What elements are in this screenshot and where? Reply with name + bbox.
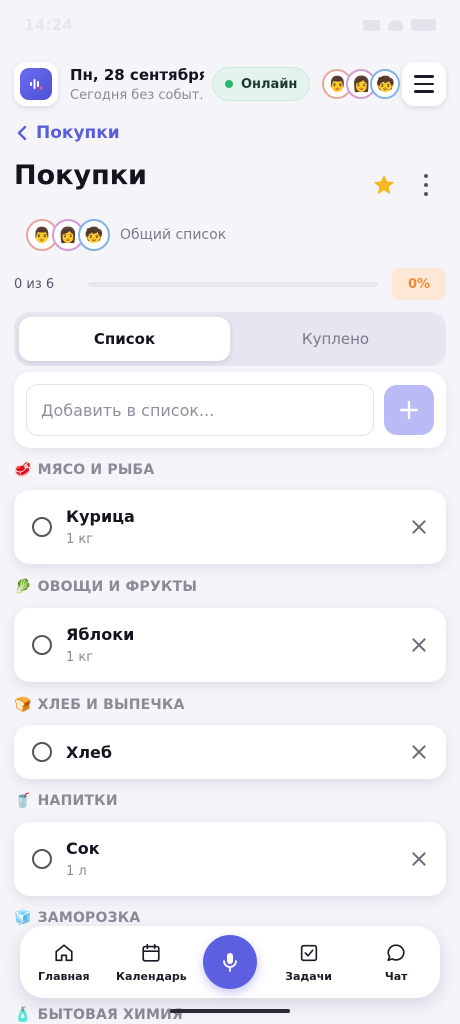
tab-list[interactable]: Список	[19, 317, 230, 361]
avatar: 🧒	[78, 219, 110, 251]
item-name: Курица	[66, 507, 135, 526]
microphone-icon	[223, 953, 237, 972]
wifi-icon	[388, 19, 403, 31]
status-icons	[363, 19, 436, 31]
meat-icon: 🥩	[14, 462, 32, 478]
ice-icon: 🧊	[14, 910, 32, 926]
star-icon[interactable]	[371, 172, 397, 198]
shared-label: Общий список	[120, 227, 227, 243]
list-item[interactable]: Сок 1 л	[14, 822, 446, 896]
section-title: ОВОЩИ И ФРУКТЫ	[37, 579, 198, 595]
avatar: 🧒	[370, 69, 401, 99]
list-tabs: Список Куплено	[14, 312, 446, 366]
progress-percent-badge: 0%	[392, 268, 446, 300]
add-item-card	[14, 372, 446, 448]
home-icon	[55, 943, 73, 961]
list-item[interactable]: Яблоки 1 кг	[14, 608, 446, 682]
online-dot-icon	[225, 80, 233, 88]
chevron-left-icon	[17, 125, 27, 141]
more-options-button[interactable]	[418, 174, 434, 196]
section-title: БЫТОВАЯ ХИМИЯ	[37, 1007, 183, 1023]
plus-icon	[399, 400, 419, 420]
app-logo[interactable]	[14, 62, 58, 106]
progress-text: 0 из 6	[14, 276, 55, 292]
item-quantity: 1 кг	[66, 532, 94, 547]
section-title: ХЛЕБ И ВЫПЕЧКА	[37, 697, 185, 713]
battery-icon	[411, 19, 436, 31]
vegetable-icon: 🥬	[14, 579, 32, 595]
close-icon[interactable]	[410, 636, 428, 654]
close-icon[interactable]	[410, 518, 428, 536]
shared-avatars: 👨 👩 🧒	[26, 219, 110, 251]
detergent-icon: 🧴	[14, 1007, 32, 1023]
item-checkbox[interactable]	[32, 635, 52, 655]
date-subtitle: Сегодня без событ...	[70, 87, 204, 103]
section-header: 🧴 БЫТОВАЯ ХИМИЯ	[14, 1007, 183, 1023]
family-avatars[interactable]: 👨 👩 🧒	[322, 69, 401, 99]
add-item-button[interactable]	[384, 385, 434, 435]
item-checkbox[interactable]	[32, 849, 52, 869]
voice-logo-icon	[20, 68, 52, 100]
item-name: Хлеб	[66, 742, 113, 762]
date-block: Пн, 28 сентября Сегодня без событ...	[70, 66, 204, 103]
tab-tasks-label: Задачи	[285, 969, 332, 983]
bottom-tab-bar: Главная Календарь Задачи Чат	[20, 926, 440, 998]
status-bar: 14:24	[0, 0, 460, 50]
item-checkbox[interactable]	[32, 517, 52, 537]
close-icon[interactable]	[410, 850, 428, 868]
more-dot	[424, 192, 428, 196]
page-title: Покупки	[14, 160, 147, 191]
app-header: Пн, 28 сентября Сегодня без событ... Онл…	[14, 62, 446, 106]
close-icon[interactable]	[410, 743, 428, 761]
section-header: 🥩 МЯСО И РЫБА	[14, 462, 154, 478]
back-link[interactable]: Покупки	[16, 123, 120, 143]
tab-calendar-label: Календарь	[116, 969, 187, 983]
item-name: Яблоки	[66, 625, 135, 644]
online-badge: Онлайн	[212, 67, 311, 101]
tab-chat[interactable]: Чат	[360, 942, 432, 983]
section-header: 🍞 ХЛЕБ И ВЫПЕЧКА	[14, 697, 185, 713]
back-link-label: Покупки	[36, 123, 120, 143]
item-checkbox[interactable]	[32, 742, 52, 762]
section-header: 🥬 ОВОЩИ И ФРУКТЫ	[14, 579, 197, 595]
voice-input-button[interactable]	[202, 935, 257, 989]
calendar-icon	[142, 943, 161, 962]
chat-bubble-icon	[387, 943, 405, 961]
tab-bought[interactable]: Куплено	[230, 317, 441, 361]
tab-home-label: Главная	[38, 969, 90, 983]
item-quantity: 1 кг	[66, 650, 94, 665]
list-item[interactable]: Хлеб	[14, 725, 446, 779]
section-title: МЯСО И РЫБА	[37, 462, 155, 478]
home-indicator	[170, 1009, 290, 1013]
section-title: НАПИТКИ	[37, 793, 118, 809]
date-title: Пн, 28 сентября	[70, 65, 204, 84]
tab-home[interactable]: Главная	[28, 942, 100, 983]
more-dot	[424, 183, 428, 187]
hamburger-icon	[414, 75, 434, 78]
drink-icon: 🥤	[14, 793, 32, 809]
item-name: Сок	[66, 839, 100, 858]
tab-chat-label: Чат	[384, 969, 408, 983]
signal-icon	[363, 19, 380, 31]
status-time: 14:24	[24, 16, 74, 34]
menu-button[interactable]	[402, 62, 446, 106]
hamburger-line	[414, 82, 434, 86]
checkbox-icon	[300, 944, 317, 961]
list-item[interactable]: Курица 1 кг	[14, 490, 446, 564]
shared-list-row: 👨 👩 🧒 Общий список	[14, 219, 226, 251]
progress-bar	[88, 281, 378, 287]
progress-row: 0 из 6 0%	[14, 268, 446, 300]
hamburger-line	[414, 90, 434, 93]
tab-tasks[interactable]: Задачи	[273, 942, 345, 983]
more-vertical-icon	[424, 174, 428, 178]
section-header: 🥤 НАПИТКИ	[14, 793, 118, 809]
section-title: ЗАМОРОЗКА	[37, 910, 141, 926]
tab-calendar[interactable]: Календарь	[115, 942, 187, 983]
bread-icon: 🍞	[14, 697, 32, 713]
online-label: Онлайн	[241, 76, 298, 92]
add-item-input[interactable]	[26, 384, 375, 436]
section-header: 🧊 ЗАМОРОЗКА	[14, 910, 140, 926]
item-quantity: 1 л	[66, 864, 87, 879]
